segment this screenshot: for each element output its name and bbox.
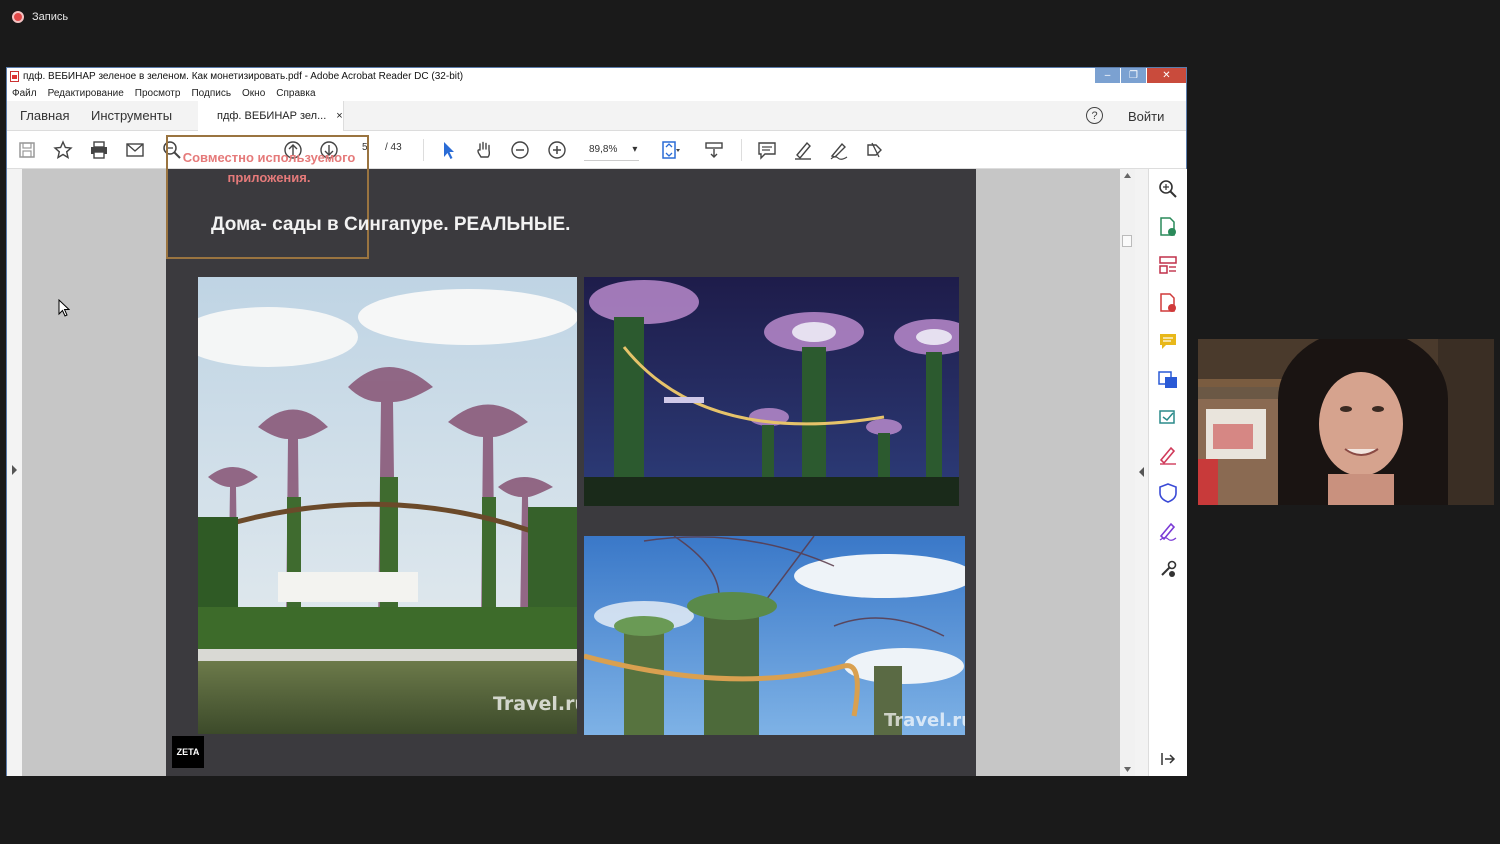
- export-pdf-icon[interactable]: [1158, 217, 1178, 237]
- share-icon[interactable]: [865, 140, 885, 160]
- menu-edit[interactable]: Редактирование: [48, 88, 124, 99]
- login-button[interactable]: Войти: [1128, 109, 1164, 124]
- slide-title: Дома- сады в Сингапуре. РЕАЛЬНЫЕ.: [211, 214, 571, 235]
- title-bar[interactable]: пдф. ВЕБИНАР зеленое в зеленом. Как моне…: [7, 68, 1186, 85]
- photo-supertrees-closeup: Travel.ru: [584, 536, 965, 735]
- toolbar-divider: [423, 139, 424, 161]
- menu-view[interactable]: Просмотр: [135, 88, 181, 99]
- watermark-3: Travel.ru: [884, 710, 965, 731]
- organize-pages-icon[interactable]: [1158, 255, 1178, 275]
- protect-icon[interactable]: [1158, 483, 1178, 503]
- zeta-logo: ZETA: [172, 736, 204, 768]
- edit-pdf-icon[interactable]: [1158, 407, 1178, 427]
- comment-icon[interactable]: [757, 140, 777, 160]
- pdf-page: Совместно используемого приложения. Дома…: [166, 135, 976, 776]
- chevron-down-icon: ▾: [632, 144, 638, 155]
- pdf-file-icon: [10, 71, 19, 82]
- acrobat-window: пдф. ВЕБИНАР зеленое в зеленом. Как моне…: [6, 67, 1187, 776]
- menu-sign[interactable]: Подпись: [191, 88, 231, 99]
- email-icon[interactable]: [125, 140, 145, 160]
- toolbar-divider: [741, 139, 742, 161]
- zoom-out-icon[interactable]: [510, 140, 530, 160]
- collapse-panel-icon[interactable]: [1158, 749, 1178, 769]
- scroll-mode-icon[interactable]: [704, 140, 724, 160]
- page-total: / 43: [385, 142, 402, 153]
- menu-help[interactable]: Справка: [276, 88, 315, 99]
- help-button[interactable]: ?: [1086, 107, 1103, 124]
- close-tab-icon[interactable]: ×: [336, 110, 342, 122]
- close-button[interactable]: ✕: [1146, 68, 1186, 83]
- more-tools-icon[interactable]: [1158, 559, 1178, 579]
- hand-icon[interactable]: [474, 140, 494, 160]
- webcam-video: [1198, 339, 1494, 505]
- send-icon[interactable]: [1158, 369, 1178, 389]
- menu-bar: Файл Редактирование Просмотр Подпись Окн…: [7, 85, 1186, 101]
- tab-document[interactable]: пдф. ВЕБИНАР зел... ×: [198, 101, 344, 131]
- bookmark-star-icon[interactable]: [53, 140, 73, 160]
- fit-page-icon[interactable]: [660, 140, 680, 160]
- recording-label: Запись: [32, 11, 69, 23]
- highlight-pen-icon[interactable]: [793, 140, 813, 160]
- window-title: пдф. ВЕБИНАР зеленое в зеленом. Как моне…: [23, 71, 464, 82]
- tab-bar: Главная Инструменты пдф. ВЕБИНАР зел... …: [7, 101, 1186, 131]
- print-icon[interactable]: [89, 140, 109, 160]
- watermark-1: Travel.ru: [493, 693, 577, 715]
- mouse-cursor-icon: [58, 299, 70, 317]
- zoom-in-icon[interactable]: [547, 140, 567, 160]
- tab-tools[interactable]: Инструменты: [91, 108, 172, 123]
- menu-window[interactable]: Окно: [242, 88, 265, 99]
- shared-app-overlay-text: Совместно используемого приложения.: [174, 148, 364, 188]
- zoom-level-select[interactable]: 89,8% ▾: [584, 139, 639, 161]
- maximize-button[interactable]: ❐: [1120, 68, 1146, 83]
- vertical-scrollbar[interactable]: [1120, 169, 1135, 776]
- create-pdf-icon[interactable]: [1158, 293, 1178, 313]
- certificate-sign-icon[interactable]: [1158, 521, 1178, 541]
- search-tool-icon[interactable]: [1158, 179, 1178, 199]
- overlay-line-1: Совместно используемого: [182, 150, 356, 165]
- select-cursor-icon[interactable]: [438, 140, 458, 160]
- photo-supertrees-day: Travel.ru: [198, 277, 577, 734]
- overlay-line-2: приложения.: [227, 170, 311, 185]
- tools-panel: [1149, 169, 1187, 776]
- scroll-thumb[interactable]: [1122, 235, 1132, 247]
- tab-home[interactable]: Главная: [20, 108, 69, 123]
- zoom-value: 89,8%: [589, 144, 618, 155]
- menu-file[interactable]: Файл: [12, 88, 37, 99]
- save-icon[interactable]: [17, 140, 37, 160]
- minimize-button[interactable]: –: [1094, 68, 1120, 83]
- comment-tool-icon[interactable]: [1158, 331, 1178, 351]
- right-panel-rail[interactable]: [1135, 169, 1149, 776]
- record-dot-icon: [12, 11, 24, 23]
- document-tab-label: пдф. ВЕБИНАР зел...: [217, 110, 327, 122]
- photo-supertrees-night: [584, 277, 959, 506]
- left-panel-rail[interactable]: [7, 169, 22, 776]
- fill-sign-icon[interactable]: [1158, 445, 1178, 465]
- sign-icon[interactable]: [829, 140, 849, 160]
- recording-indicator: Запись: [12, 11, 68, 23]
